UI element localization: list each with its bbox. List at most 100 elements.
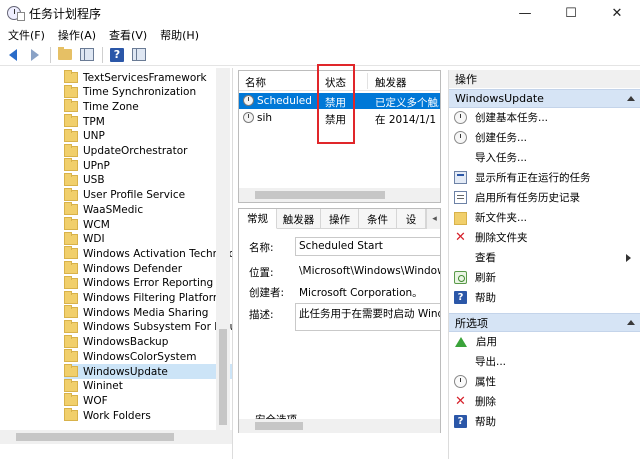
forward-button[interactable] [26,46,44,64]
back-button[interactable] [4,46,22,64]
section-title: WindowsUpdate [455,92,544,105]
help-button[interactable]: ? [108,46,126,64]
tree-hscroll-thumb[interactable] [16,433,174,441]
tab-conditions[interactable]: 条件 [359,209,397,229]
menu-help[interactable]: 帮助(H) [160,27,199,43]
tree-item[interactable]: Windows Subsystem For Linux [64,319,232,335]
folder-up-icon [58,47,72,60]
collapse-caret-icon[interactable] [627,96,635,101]
tree-item[interactable]: TPM [64,114,232,129]
action-item[interactable]: ? 帮助 [449,288,639,307]
create-task-icon [454,131,467,144]
tab-settings[interactable]: 设 [397,209,426,229]
tree-item[interactable]: Windows Error Reporting [64,275,232,291]
tree-item-label: WDI [83,233,105,246]
tree-item-label: UpdateOrchestrator [83,145,188,157]
folder-tree[interactable]: Work Folders WOF Wininet WindowsUpdate Windo… [0,68,233,459]
tree-item[interactable]: WaaSMedic [64,202,232,217]
tree-item[interactable]: Time Synchronization [64,84,232,100]
action-label: 刷新 [475,272,496,284]
maximize-button[interactable]: ☐ [548,0,594,26]
tree-item[interactable]: WDI [64,231,232,247]
tree-item[interactable]: Windows Media Sharing [64,305,232,320]
tree-item[interactable]: Time Zone [64,99,232,114]
tree-item[interactable]: Windows Filtering Platform [64,290,232,306]
folder-icon [64,99,78,113]
tree-item-label: USB [83,174,105,187]
tree-item-label: User Profile Service [83,189,186,202]
action-item[interactable]: ✕ 删除 [449,392,639,411]
tree-item[interactable]: USB [64,172,232,188]
action-item[interactable]: 刷新 [449,268,639,287]
tab-triggers[interactable]: 触发器 [277,209,321,229]
folder-icon [64,158,78,172]
menu-file[interactable]: 文件(F) [8,27,45,43]
action-item[interactable]: ✕ 删除文件夹 [449,228,639,247]
section-selected-item[interactable]: 所选项 [449,313,640,332]
section-windowsupdate[interactable]: WindowsUpdate [449,89,640,108]
action-item[interactable]: 创建任务... [449,128,639,147]
tree-item[interactable]: UpdateOrchestrator [64,143,232,159]
action-item[interactable]: 显示所有正在运行的任务 [449,168,639,187]
tree-item[interactable]: WindowsBackup [64,334,232,350]
tab-scroll-arrow-icon[interactable]: ◂ [426,209,440,229]
close-button[interactable]: ✕ [594,0,640,26]
action-item[interactable]: 启用 [449,332,639,351]
tree-item-label: Windows Filtering Platform [83,292,224,304]
action-item[interactable]: 启用所有任务历史记录 [449,188,639,207]
menu-action[interactable]: 操作(A) [58,27,96,43]
action-item[interactable]: ? 帮助 [449,412,639,431]
delete-folder-icon: ✕ [455,230,466,245]
name-field[interactable]: Scheduled Start [295,237,440,256]
tree-item[interactable]: Work Folders [64,408,232,423]
task-list-hscroll-thumb[interactable] [255,191,385,199]
tree-item-label: Wininet [83,380,123,393]
details-horizontal-scrollbar[interactable] [238,419,441,433]
tree-item[interactable]: WCM [64,217,232,232]
menu-bar: 文件(F) 操作(A) 查看(V) 帮助(H) [0,26,640,44]
tree-scroll-thumb[interactable] [219,329,227,425]
tree-item[interactable]: WOF [64,393,232,408]
tree-item[interactable]: WindowsUpdate [64,364,232,379]
task-trigger: 已定义多个触发器 [375,97,439,109]
tree-item[interactable]: Wininet [64,378,232,394]
column-trigger[interactable]: 触发器 [375,75,407,90]
action-item[interactable]: 创建基本任务... [449,108,639,127]
menu-view[interactable]: 查看(V) [109,27,147,43]
description-field[interactable]: 此任务用于在需要时启动 Windows 更新服务 [295,303,440,331]
window-title: 任务计划程序 [29,6,102,21]
show-hide-action-pane-button[interactable] [130,46,148,64]
column-name[interactable]: 名称 [245,75,266,90]
folder-icon [64,202,78,216]
show-hide-tree-button[interactable] [78,46,96,64]
action-item[interactable]: 查看 [449,248,639,267]
details-hscroll-thumb[interactable] [255,422,303,430]
up-folder-button[interactable] [56,46,74,64]
tree-item-label: WCM [83,218,110,231]
tree-horizontal-scrollbar[interactable] [0,430,232,444]
tree-item[interactable]: Windows Defender [64,261,232,276]
minimize-button[interactable]: — [502,0,548,26]
tree-item[interactable]: Windows Activation Technologies [64,246,232,261]
action-item[interactable]: 新文件夹... [449,208,639,227]
tree-item[interactable]: UNP [64,128,232,144]
collapse-caret-icon[interactable] [627,320,635,325]
tab-actions[interactable]: 操作 [321,209,359,229]
folder-icon [64,70,78,83]
tree-item-label: Time Synchronization [83,86,197,99]
tab-general[interactable]: 常规 [239,209,277,229]
task-list-horizontal-scrollbar[interactable] [239,188,440,202]
tree-item[interactable]: User Profile Service [64,187,232,203]
console-tree-icon [80,48,94,61]
tree-item[interactable]: WindowsColorSystem [64,349,232,364]
properties-icon [454,375,467,388]
tree-vertical-scrollbar[interactable] [216,68,230,430]
toolbar-separator [102,46,103,63]
action-label: 启用 [476,336,497,348]
action-item[interactable]: 导入任务... [449,148,639,167]
action-item[interactable]: 属性 [449,372,639,391]
tree-item[interactable]: TextServicesFramework [64,70,232,85]
action-item[interactable]: 导出... [449,352,639,371]
blank-icon [454,355,467,368]
tree-item[interactable]: UPnP [64,158,232,173]
